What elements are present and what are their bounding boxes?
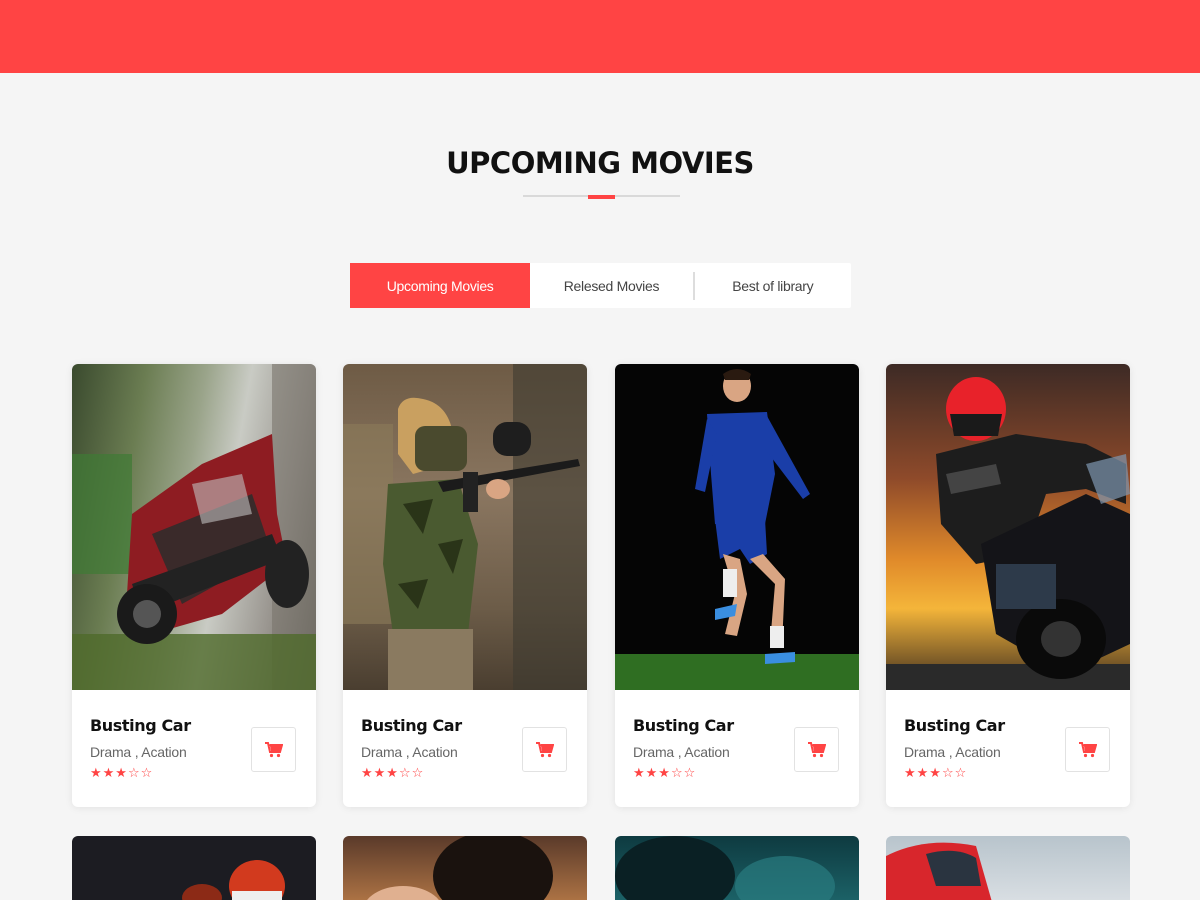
movie-title[interactable]: Busting Car [90, 716, 191, 735]
tab-best-of-library[interactable]: Best of library [695, 263, 851, 308]
movie-card[interactable]: Busting Car Drama , Acation ★★★☆☆ [886, 364, 1130, 807]
movie-poster-red-car[interactable] [886, 836, 1130, 900]
movie-card[interactable]: Busting Car Drama , Acation ★★★☆☆ [72, 364, 316, 807]
movie-poster-couple[interactable] [343, 836, 587, 900]
movie-card[interactable]: Busting Car Drama , Acation ★★★☆☆ [343, 364, 587, 807]
movie-tabs: Upcoming Movies Relesed Movies Best of l… [350, 263, 851, 308]
rating-stars: ★★★☆☆ [904, 766, 968, 781]
movie-genre: Drama , Acation [633, 744, 730, 760]
movie-poster-soccer-player[interactable] [615, 364, 859, 690]
movie-poster-paintball-girl[interactable] [343, 364, 587, 690]
tab-upcoming-movies[interactable]: Upcoming Movies [350, 263, 531, 308]
movie-poster-football-player[interactable] [72, 836, 316, 900]
movie-title[interactable]: Busting Car [904, 716, 1005, 735]
movie-genre: Drama , Acation [90, 744, 187, 760]
movie-card[interactable]: Busting Car Drama , Acation ★★★☆☆ [615, 364, 859, 807]
rating-stars: ★★★☆☆ [361, 766, 425, 781]
rating-stars: ★★★☆☆ [90, 766, 154, 781]
add-to-cart-button[interactable] [251, 727, 296, 772]
cart-icon [264, 741, 283, 757]
movie-title[interactable]: Busting Car [361, 716, 462, 735]
movie-genre: Drama , Acation [904, 744, 1001, 760]
rating-stars: ★★★☆☆ [633, 766, 697, 781]
cart-icon [807, 741, 826, 757]
add-to-cart-button[interactable] [1065, 727, 1110, 772]
add-to-cart-button[interactable] [794, 727, 839, 772]
cart-icon [535, 741, 554, 757]
section-title: UPCOMING MOVIES [446, 146, 754, 180]
movie-poster-storm-clouds[interactable] [615, 836, 859, 900]
add-to-cart-button[interactable] [522, 727, 567, 772]
movie-genre: Drama , Acation [361, 744, 458, 760]
tab-released-movies[interactable]: Relesed Movies [530, 263, 692, 308]
title-divider-accent [588, 195, 615, 199]
movie-title[interactable]: Busting Car [633, 716, 734, 735]
top-header-bar [0, 0, 1200, 73]
movie-poster-motorcycle-rider[interactable] [886, 364, 1130, 690]
cart-icon [1078, 741, 1097, 757]
movie-poster-crashed-car[interactable] [72, 364, 316, 690]
